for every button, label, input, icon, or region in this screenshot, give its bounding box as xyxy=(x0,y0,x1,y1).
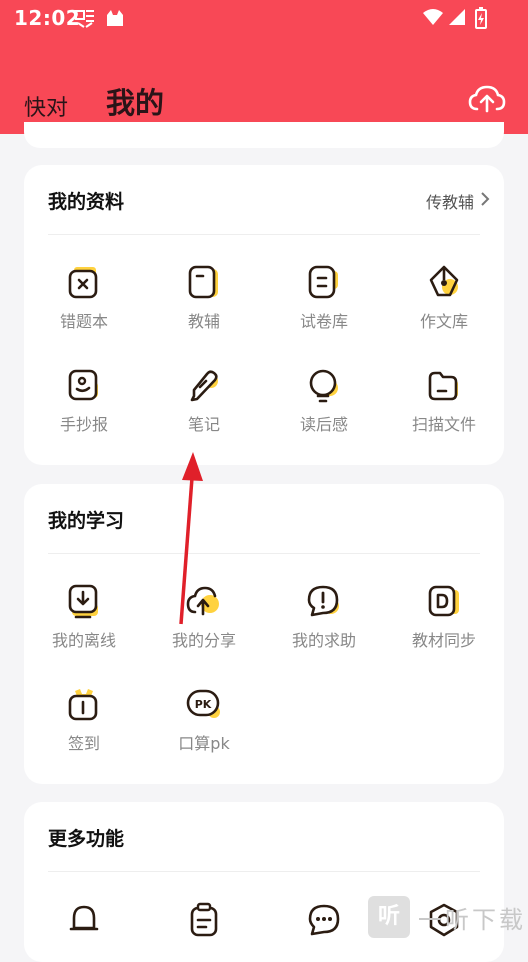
arrow-shaft xyxy=(179,477,194,625)
watermark-text: 一听下载 xyxy=(418,906,526,934)
arrow-head xyxy=(182,452,203,481)
red-arrow-annotation xyxy=(179,452,203,625)
watermark-logo: 听 xyxy=(368,896,410,938)
